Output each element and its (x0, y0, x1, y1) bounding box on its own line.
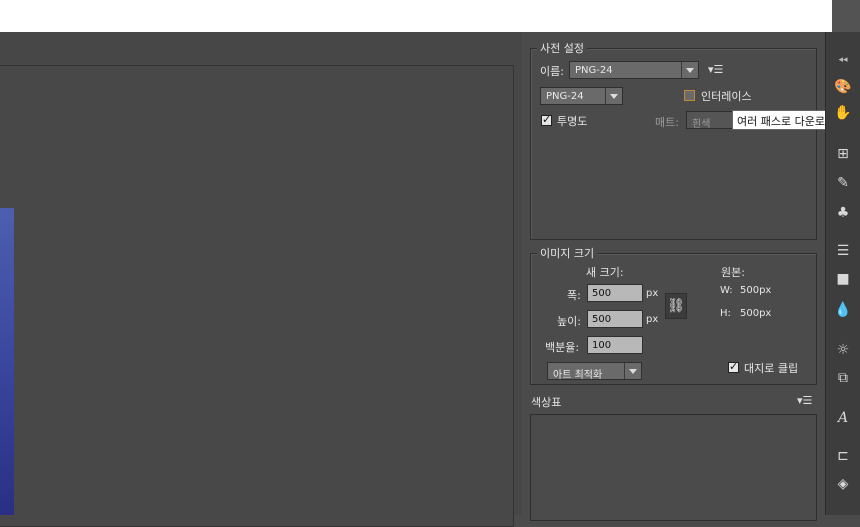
chevron-down-icon (605, 88, 622, 104)
matte-select[interactable]: 흰색 (686, 111, 734, 130)
height-input[interactable]: 500 (587, 310, 643, 328)
image-size-title: 이미지 크기 (537, 245, 598, 261)
matte-label: 매트: (655, 116, 679, 129)
collapse-icon[interactable]: ◂◂ (832, 50, 854, 70)
top-bar (0, 0, 832, 33)
transparency-label: 투명도 (557, 115, 588, 128)
layers-icon[interactable]: ◈ (832, 474, 854, 494)
matte-value: 흰색 (692, 119, 711, 130)
height-label: 높이: (557, 315, 581, 328)
sun-icon[interactable]: ☼ (832, 340, 854, 360)
orig-h-label: H: (720, 308, 731, 319)
width-input[interactable]: 500 (587, 284, 643, 302)
name-label: 이름: (540, 65, 564, 78)
lines-icon[interactable]: ☰ (832, 241, 854, 261)
orig-w-value: 500px (740, 285, 772, 296)
color-table-area (530, 414, 817, 521)
top-bar-right (832, 0, 860, 32)
link-icon[interactable]: ⛓ (665, 293, 687, 319)
clip-label: 대지로 클립 (744, 362, 799, 375)
interlace-checkbox[interactable] (684, 90, 695, 101)
preset-title: 사전 설정 (537, 40, 587, 56)
club-icon[interactable]: ♣ (832, 203, 854, 223)
layers-stack-icon[interactable]: ⊏ (832, 446, 854, 466)
original-label: 원본: (721, 266, 745, 279)
brush-icon[interactable]: ✎ (832, 173, 854, 193)
orig-h-value: 500px (740, 308, 772, 319)
color-table-menu-icon[interactable]: ▾☰ (797, 394, 812, 407)
grid-icon[interactable]: ⊞ (832, 144, 854, 164)
panel-menu-icon[interactable]: ▾☰ (708, 63, 723, 76)
tool-strip: ◂◂ 🎨 ✋ ⊞ ✎ ♣ ☰ ■ 💧 ☼ ⧉ A ⊏ ◈ (825, 32, 860, 515)
height-unit: px (646, 314, 659, 325)
square-icon[interactable]: ■ (832, 269, 854, 289)
palette-icon[interactable]: 🎨 (832, 77, 854, 97)
image-preview (0, 208, 14, 515)
preset-name-select[interactable]: PNG-24 (569, 61, 699, 79)
width-unit: px (646, 288, 659, 299)
clip-checkbox[interactable] (728, 360, 739, 373)
transform-icon[interactable]: ⧉ (832, 368, 854, 388)
preset-name-value: PNG-24 (575, 65, 613, 76)
percent-label: 백분율: (545, 341, 580, 354)
orig-w-label: W: (720, 285, 733, 296)
chevron-down-icon (681, 62, 698, 78)
drop-icon[interactable]: 💧 (832, 300, 854, 320)
new-size-label: 새 크기: (586, 266, 624, 279)
color-table-title: 색상표 (531, 396, 562, 409)
width-label: 폭: (567, 289, 581, 302)
percent-input[interactable]: 100 (587, 336, 643, 354)
interlace-label: 인터레이스 (701, 90, 752, 103)
quality-value: 아트 최적화 (553, 370, 603, 381)
chevron-down-icon (624, 363, 641, 379)
hand-icon[interactable]: ✋ (832, 103, 854, 123)
format-value: PNG-24 (546, 91, 584, 102)
preview-frame (0, 65, 514, 527)
text-icon[interactable]: A (832, 408, 854, 428)
format-select[interactable]: PNG-24 (540, 87, 623, 105)
quality-select[interactable]: 아트 최적화 (547, 362, 642, 381)
transparency-checkbox[interactable] (541, 113, 552, 126)
